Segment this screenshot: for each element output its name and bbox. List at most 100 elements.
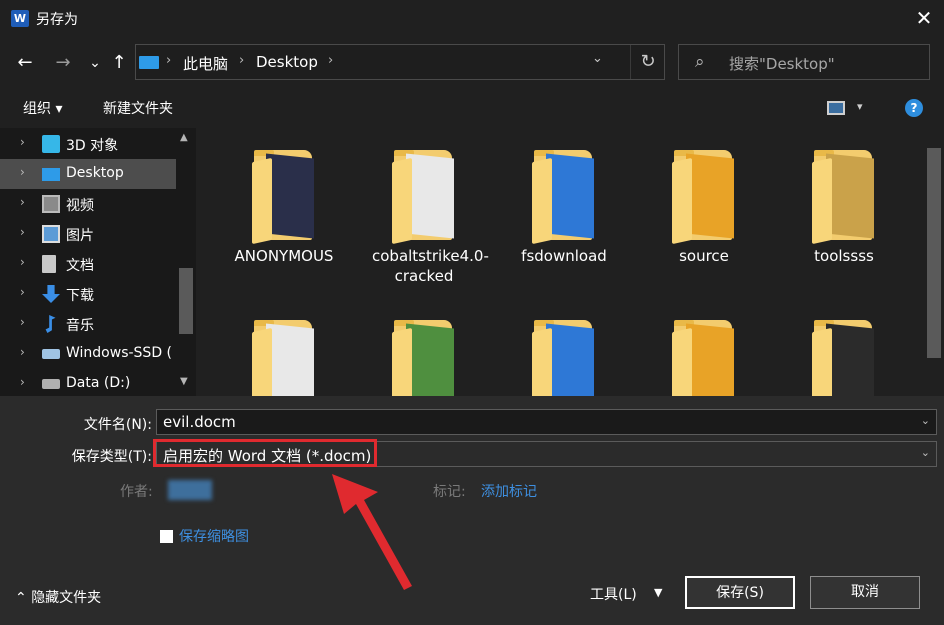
- folder-icon: [672, 150, 736, 245]
- expand-chevron-icon[interactable]: ›: [20, 135, 25, 149]
- annotation-arrow: [332, 474, 412, 590]
- expand-chevron-icon[interactable]: ›: [20, 315, 25, 329]
- scrollbar-thumb[interactable]: [927, 148, 941, 358]
- toolbar: 组织 ▾ 新建文件夹 ▾ ?: [0, 92, 944, 124]
- tools-menu-button[interactable]: 工具(L): [590, 584, 637, 604]
- scroll-down-icon[interactable]: ▼: [180, 376, 188, 387]
- folder-item[interactable]: [232, 320, 336, 396]
- forward-button[interactable]: →: [50, 48, 76, 78]
- folder-icon: [812, 320, 876, 396]
- expand-chevron-icon[interactable]: ›: [20, 195, 25, 209]
- cancel-button[interactable]: 取消: [810, 576, 920, 609]
- search-input[interactable]: ⌕ 搜索"Desktop": [678, 44, 930, 80]
- folder-name[interactable]: source: [652, 246, 756, 266]
- scrollbar-thumb[interactable]: [179, 268, 193, 334]
- sidebar-item-label: Desktop: [66, 165, 124, 181]
- expand-chevron-icon[interactable]: ›: [20, 255, 25, 269]
- file-list-scrollbar[interactable]: [924, 128, 944, 396]
- sidebar-item-label: Data (D:): [66, 375, 131, 391]
- sidebar-item[interactable]: › Desktop: [0, 159, 176, 189]
- back-button[interactable]: ←: [12, 48, 38, 78]
- breadcrumb-separator-icon[interactable]: ›: [328, 53, 333, 68]
- save-thumbnail-label[interactable]: 保存缩略图: [179, 526, 249, 546]
- folder-icon: [532, 320, 596, 396]
- documents-icon: [42, 255, 56, 273]
- sidebar-item-label: 3D 对象: [66, 138, 119, 154]
- expand-chevron-icon[interactable]: ›: [20, 375, 25, 389]
- folder-item[interactable]: ANONYMOUS: [232, 150, 336, 270]
- folder-name[interactable]: cobaltstrike4.0- cracked: [372, 246, 489, 286]
- expand-chevron-icon[interactable]: ›: [20, 345, 25, 359]
- search-icon: ⌕: [695, 52, 705, 72]
- sidebar-item[interactable]: › 文档: [0, 249, 176, 279]
- tools-caret-icon[interactable]: ▼: [654, 586, 662, 599]
- folder-item[interactable]: source: [652, 150, 756, 270]
- sidebar-item[interactable]: › 视频: [0, 189, 176, 219]
- sidebar-item[interactable]: › 图片: [0, 219, 176, 249]
- sidebar-item[interactable]: › Windows-SSD (: [0, 339, 176, 369]
- save-button[interactable]: 保存(S): [685, 576, 795, 609]
- folder-icon: [392, 150, 456, 245]
- annotation-highlight-box: [153, 439, 377, 467]
- expand-chevron-icon[interactable]: ›: [20, 225, 25, 239]
- filename-dropdown-icon[interactable]: ⌄: [921, 414, 930, 427]
- scroll-up-icon[interactable]: ▲: [180, 132, 188, 143]
- expand-chevron-icon[interactable]: ›: [20, 165, 25, 179]
- download-icon: [42, 285, 60, 303]
- pictures-icon: [42, 225, 60, 243]
- folder-icon: [532, 150, 596, 245]
- change-view-icon[interactable]: [827, 101, 845, 115]
- up-button[interactable]: ↑: [106, 48, 132, 78]
- breadcrumb-desktop[interactable]: Desktop: [256, 53, 318, 71]
- author-label: 作者:: [120, 484, 153, 500]
- hide-folders-label: 隐藏文件夹: [31, 590, 102, 606]
- sidebar-item-label: Windows-SSD (: [66, 345, 173, 361]
- sidebar-item[interactable]: › 下载: [0, 279, 176, 309]
- desktop-icon: [42, 168, 60, 181]
- tags-label: 标记:: [433, 484, 466, 500]
- sidebar-item-label: 视频: [66, 198, 94, 214]
- folder-item[interactable]: toolssss: [792, 150, 896, 270]
- new-folder-button[interactable]: 新建文件夹: [103, 98, 173, 118]
- folder-icon: [392, 320, 456, 396]
- folder-item[interactable]: [512, 320, 616, 396]
- folder-icon: [252, 150, 316, 245]
- sidebar-scrollbar[interactable]: ▲ ▼: [176, 128, 196, 396]
- filename-value[interactable]: evil.docm: [163, 413, 236, 431]
- help-icon[interactable]: ?: [905, 99, 923, 117]
- save-thumbnail-checkbox[interactable]: [160, 530, 173, 543]
- folder-name[interactable]: fsdownload: [512, 246, 616, 266]
- view-options-caret-icon[interactable]: ▾: [857, 100, 863, 113]
- video-icon: [42, 195, 60, 213]
- folder-name[interactable]: toolssss: [792, 246, 896, 266]
- search-placeholder: 搜索"Desktop": [729, 55, 835, 73]
- folder-item[interactable]: fsdownload: [512, 150, 616, 270]
- save-type-dropdown-icon[interactable]: ⌄: [921, 446, 930, 459]
- title-bar: W 另存为 ✕: [0, 0, 944, 38]
- filename-field[interactable]: evil.docm ⌄: [156, 409, 937, 435]
- add-tags-link[interactable]: 添加标记: [481, 481, 537, 501]
- folder-item[interactable]: [372, 320, 476, 396]
- author-value-redacted[interactable]: [168, 480, 212, 500]
- address-bar[interactable]: › 此电脑 › Desktop › ⌄ ↻: [135, 44, 665, 80]
- filename-label: 文件名(N):: [83, 417, 152, 433]
- drive-icon: [42, 349, 60, 359]
- expand-chevron-icon[interactable]: ›: [20, 285, 25, 299]
- folder-item[interactable]: [652, 320, 756, 396]
- save-type-label: 保存类型(T):: [71, 449, 152, 465]
- sidebar-item[interactable]: › 3D 对象: [0, 129, 176, 159]
- folder-item[interactable]: [792, 320, 896, 396]
- sidebar-item[interactable]: › Data (D:): [0, 369, 176, 396]
- folder-name[interactable]: ANONYMOUS: [232, 246, 336, 266]
- close-button[interactable]: ✕: [904, 0, 944, 38]
- address-dropdown-icon[interactable]: ⌄: [592, 51, 603, 66]
- breadcrumb-this-pc[interactable]: 此电脑: [183, 53, 228, 74]
- sidebar-item[interactable]: › 音乐: [0, 309, 176, 339]
- sidebar-item-label: 文档: [66, 258, 94, 274]
- recent-locations-button[interactable]: ⌄: [82, 48, 108, 78]
- folder-icon: [812, 150, 876, 245]
- hide-folders-button[interactable]: ⌃ 隐藏文件夹: [15, 587, 101, 607]
- organize-menu-button[interactable]: 组织 ▾: [23, 98, 62, 118]
- refresh-icon[interactable]: ↻: [630, 45, 665, 79]
- folder-item[interactable]: cobaltstrike4.0- cracked: [372, 150, 489, 285]
